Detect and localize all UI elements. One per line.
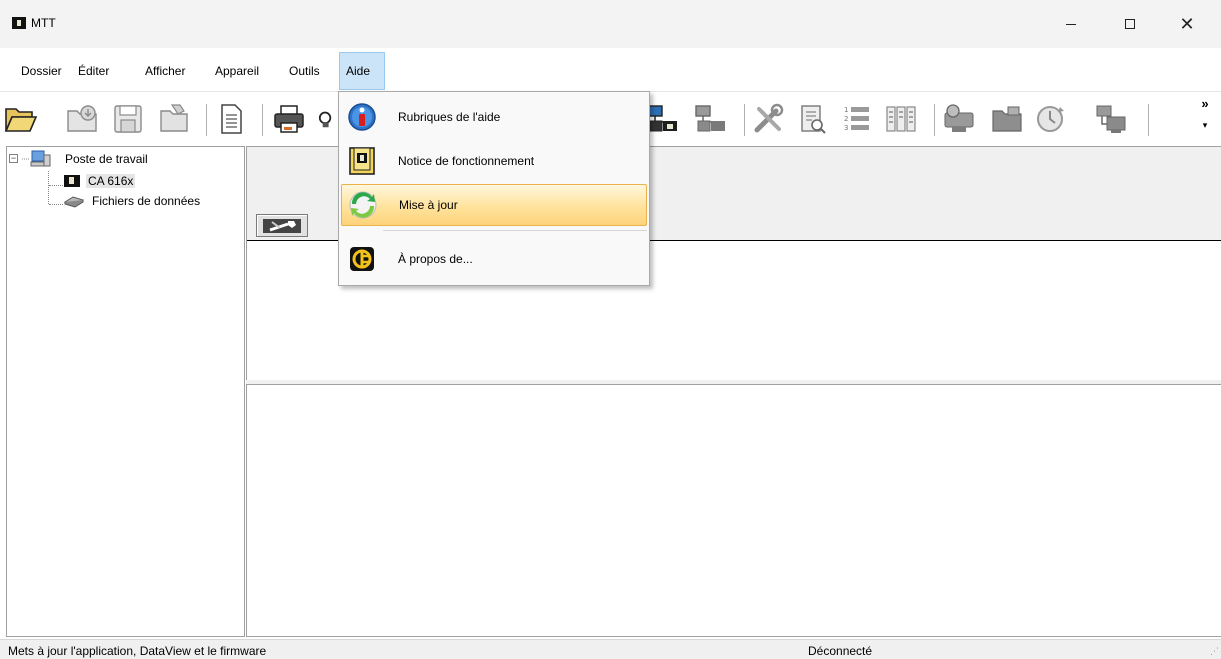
instrument-download-button[interactable] [942, 100, 976, 138]
open-folder-icon [4, 108, 38, 132]
menu-item-mise-a-jour[interactable]: Mise à jour [341, 184, 647, 226]
transfer-icon [1096, 105, 1126, 133]
toolbar-overflow-button[interactable]: » ▾ [1198, 96, 1212, 131]
clock-button[interactable] [1034, 100, 1068, 138]
menu-appareil[interactable]: Appareil [211, 52, 263, 90]
columns-button[interactable] [884, 100, 918, 138]
menu-separator [383, 230, 647, 231]
columns-icon [886, 106, 916, 132]
new-document-button[interactable] [214, 100, 248, 138]
minimize-icon [1066, 23, 1076, 25]
print-button[interactable] [272, 100, 306, 138]
report-button[interactable] [796, 100, 830, 138]
maximize-icon [1125, 19, 1135, 29]
toolbar-separator [744, 104, 745, 136]
svg-text:3: 3 [844, 124, 848, 132]
data-files-icon [63, 196, 85, 208]
network-disconnect-button[interactable] [694, 100, 728, 138]
clock-icon [1037, 106, 1064, 132]
menu-outils[interactable]: Outils [285, 52, 324, 90]
status-bar: Mets à jour l'application, DataView et l… [0, 639, 1221, 659]
numbered-list-button[interactable]: 1 2 3 [840, 100, 874, 138]
window-title: MTT [31, 16, 56, 30]
menu-item-label: Rubriques de l'aide [398, 110, 501, 124]
update-icon [348, 190, 378, 220]
instrument-download-icon [944, 104, 974, 132]
instrument-folder-icon [992, 106, 1022, 132]
about-logo-icon [347, 244, 377, 274]
network-disconnect-icon [695, 105, 725, 132]
menu-item-a-propos[interactable]: À propos de... [341, 238, 647, 280]
resize-grip-icon[interactable]: ⋰ [1210, 646, 1219, 657]
menu-item-label: Notice de fonctionnement [398, 154, 535, 168]
toolbar-separator [262, 104, 263, 136]
save-button[interactable] [112, 100, 146, 138]
maximize-button[interactable] [1107, 0, 1153, 48]
close-icon: ✕ [1179, 13, 1195, 35]
menu-aide[interactable]: Aide [339, 52, 385, 90]
network-connect-icon [647, 105, 677, 132]
menu-editer[interactable]: Éditer [74, 52, 113, 90]
help-menu-dropdown: Rubriques de l'aide Notice de fonctionne… [338, 91, 650, 286]
menu-item-label: À propos de... [398, 252, 473, 266]
tree-item-fichiers-de-donnees[interactable]: Fichiers de données [63, 194, 202, 208]
tree-item-label: Poste de travail [65, 152, 148, 166]
title-bar: MTT ✕ [0, 0, 1221, 48]
download-folder-button[interactable] [66, 100, 100, 138]
folder-button[interactable] [158, 100, 192, 138]
navigation-tree: − Poste de travail CA 616x Fichiers de d… [6, 146, 245, 637]
tree-item-label: Fichiers de données [92, 194, 201, 208]
menu-item-notice-fonctionnement[interactable]: Notice de fonctionnement [341, 140, 647, 182]
tree-connector [48, 171, 49, 204]
instrument-folder-button[interactable] [990, 100, 1024, 138]
minimize-button[interactable] [1048, 0, 1094, 48]
status-message: Mets à jour l'application, DataView et l… [8, 644, 267, 658]
print-preview-icon [318, 111, 332, 128]
chevron-double-right-icon: » [1201, 96, 1209, 111]
document-icon [221, 104, 242, 134]
download-folder-icon [67, 105, 97, 132]
info-icon [347, 102, 377, 132]
tree-item-ca-616x[interactable]: CA 616x [63, 174, 136, 188]
svg-text:1: 1 [844, 106, 848, 114]
svg-text:2: 2 [844, 115, 848, 123]
toolbar-separator [1148, 104, 1149, 136]
report-icon [801, 105, 826, 134]
computer-icon [22, 150, 51, 167]
connection-status: Déconnecté [808, 644, 873, 658]
wrench-icon [263, 218, 301, 233]
menu-item-label: Mise à jour [399, 198, 458, 212]
save-icon [114, 105, 142, 133]
instrument-icon [64, 175, 80, 187]
menu-bar: Dossier Éditer Afficher Appareil Outils … [0, 48, 1221, 92]
toolbar-separator [934, 104, 935, 136]
menu-dossier[interactable]: Dossier [17, 52, 66, 90]
menu-item-rubriques-aide[interactable]: Rubriques de l'aide [341, 96, 647, 138]
menu-afficher[interactable]: Afficher [141, 52, 189, 90]
toolbar-separator [206, 104, 207, 136]
tree-connector [49, 204, 63, 205]
transfer-button[interactable] [1094, 100, 1128, 138]
print-icon [274, 105, 304, 133]
tree-item-poste-de-travail[interactable]: Poste de travail [22, 149, 150, 169]
chevron-down-icon: ▾ [1202, 120, 1208, 130]
open-folder-button[interactable] [4, 100, 38, 138]
print-preview-button[interactable] [318, 100, 338, 138]
app-icon [12, 17, 26, 29]
manual-icon [347, 146, 377, 176]
tree-item-label: CA 616x [86, 174, 136, 188]
tools-icon [754, 103, 784, 133]
network-connect-button[interactable] [646, 100, 680, 138]
numbered-list-icon: 1 2 3 [844, 106, 869, 132]
close-button[interactable]: ✕ [1164, 0, 1210, 48]
data-panel [246, 384, 1221, 637]
tree-connector [49, 185, 63, 186]
configure-instrument-button[interactable] [256, 214, 308, 237]
tree-collapse-toggle[interactable]: − [9, 154, 18, 163]
folder-icon [160, 104, 188, 132]
tools-button[interactable] [752, 100, 786, 138]
